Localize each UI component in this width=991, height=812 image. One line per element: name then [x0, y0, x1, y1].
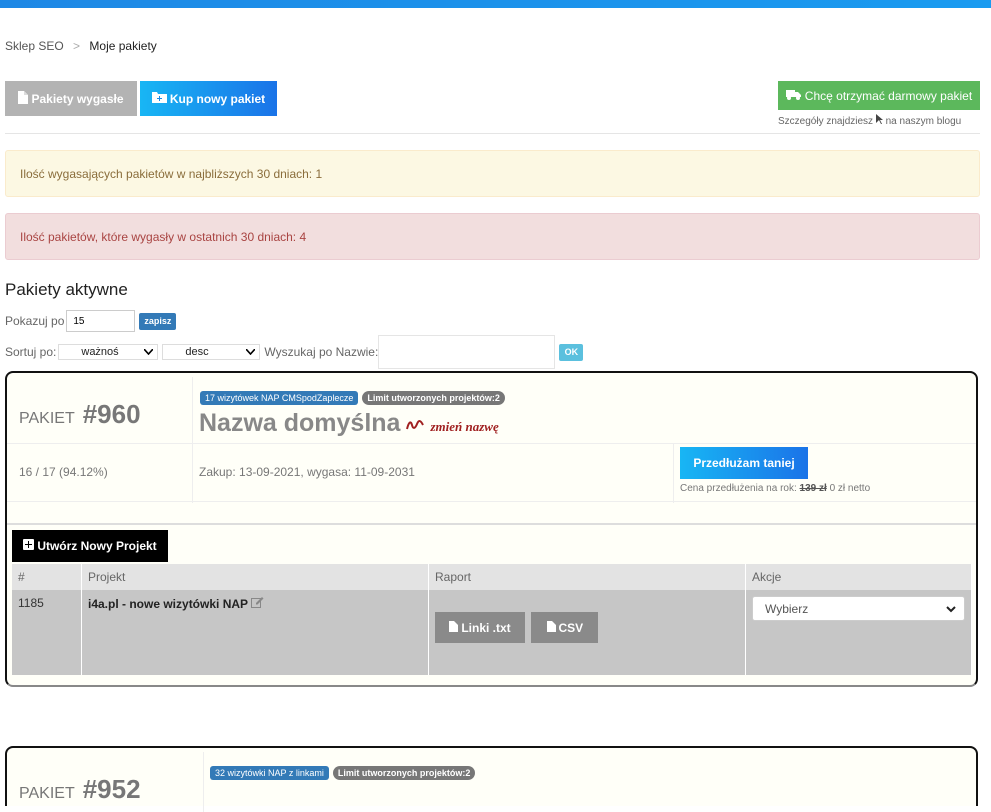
free-package-note: Szczegóły znajdziesz na naszym blogu	[778, 114, 961, 127]
edit-icon[interactable]	[251, 597, 264, 611]
package-name-text: Nazwa domyślna	[199, 409, 401, 437]
expiring-alert: Ilość wygasających pakietów w najbliższy…	[5, 150, 980, 197]
package-number: #960	[82, 399, 141, 429]
package-card: PAKIET #960 17 wizytówek NAP CMSpodZaple…	[5, 371, 978, 687]
chevron-right-icon: >	[73, 39, 81, 53]
breadcrumb-root-link[interactable]: Sklep SEO	[5, 39, 64, 53]
sort-direction-select[interactable]: desc	[162, 344, 261, 360]
file-icon	[449, 620, 459, 635]
column-divider	[192, 377, 193, 503]
package-usage: 16 / 17 (94.12%)	[19, 465, 108, 479]
file-icon	[546, 620, 556, 635]
buy-new-package-button[interactable]: Kup nowy pakiet	[140, 81, 277, 116]
create-project-button[interactable]: Utwórz Nowy Projekt	[12, 530, 168, 562]
plus-square-icon	[23, 539, 35, 553]
blog-link[interactable]: na naszym blogu	[886, 116, 962, 127]
rename-link[interactable]: zmień nazwę	[430, 419, 498, 435]
package-badges: 32 wizytówki NAP z linkami Limit utworzo…	[210, 766, 479, 780]
package-number: #952	[82, 774, 141, 804]
project-limit-badge: Limit utworzonych projektów:2	[332, 766, 476, 780]
page-size-control: Pokazuj po zapisz	[5, 310, 177, 332]
table-row: 1185 i4a.pl - nowe wizytówki NAP Linki .…	[12, 590, 972, 675]
divider	[5, 133, 980, 134]
package-dates: Zakup: 13-09-2021, wygasa: 11-09-2031	[199, 465, 415, 479]
sort-label: Sortuj po:	[5, 345, 57, 359]
create-project-label: Utwórz Nowy Projekt	[37, 539, 157, 553]
renew-price-label: Cena przedłużenia na rok:	[680, 483, 797, 494]
row-divider	[7, 443, 976, 444]
renew-old-price: 139 zł	[799, 483, 827, 494]
project-name-cell: i4a.pl - nowe wizytówki NAP	[81, 590, 429, 675]
column-divider	[203, 752, 204, 812]
projects-table: # Projekt Raport Akcje 1185 i4a.pl - now…	[12, 564, 972, 675]
renew-price: Cena przedłużenia na rok: 139 zł 0 zł ne…	[680, 483, 870, 494]
column-header-report: Raport	[428, 564, 746, 590]
save-page-size-button[interactable]: zapisz	[139, 312, 177, 330]
expiring-alert-text: Ilość wygasających pakietów w najbliższy…	[20, 166, 323, 181]
actions-cell: Wybierz	[745, 590, 972, 675]
chevron-down-icon	[143, 346, 154, 358]
package-id: PAKIET #952	[19, 774, 141, 805]
projects-area: Utwórz Nowy Projekt # Projekt Raport Akc…	[7, 523, 976, 685]
expired-alert: Ilość pakietów, które wygasły w ostatnic…	[5, 213, 980, 260]
report-cell: Linki .txt CSV	[428, 590, 746, 675]
expired-alert-text: Ilość pakietów, które wygasły w ostatnic…	[20, 229, 307, 244]
sort-search-control: Sortuj po: ważnoś desc Wyszukaj po Nazwi…	[5, 335, 584, 369]
signature-icon	[406, 415, 425, 436]
download-txt-button[interactable]: Linki .txt	[435, 612, 525, 643]
breadcrumb-current: Moje pakiety	[89, 39, 157, 53]
table-header-row: # Projekt Raport Akcje	[12, 564, 972, 590]
package-name: Nazwa domyślna zmień nazwę	[199, 409, 499, 438]
sort-direction-value: desc	[185, 346, 209, 358]
column-divider	[673, 443, 674, 503]
folder-plus-icon	[151, 91, 167, 106]
cursor-icon	[875, 114, 886, 127]
project-name[interactable]: i4a.pl - nowe wizytówki NAP	[88, 597, 248, 611]
project-id: 1185	[12, 590, 82, 675]
sort-field-select[interactable]: ważnoś	[58, 344, 159, 360]
document-icon	[18, 90, 29, 107]
search-label: Wyszukaj po Nazwie:	[264, 345, 379, 359]
buy-new-package-label: Kup nowy pakiet	[169, 91, 266, 106]
package-badges: 17 wizytówek NAP CMSpodZaplecze Limit ut…	[200, 391, 509, 405]
package-card: PAKIET #952 32 wizytówki NAP z linkami L…	[5, 746, 978, 812]
free-note-prefix: Szczegóły znajdziesz	[778, 116, 874, 127]
download-csv-label: CSV	[558, 620, 584, 635]
project-limit-badge: Limit utworzonych projektów:2	[362, 391, 505, 405]
column-header-actions: Akcje	[745, 564, 972, 590]
download-csv-button[interactable]: CSV	[531, 612, 599, 643]
page-size-label: Pokazuj po	[5, 314, 65, 328]
top-accent-bar	[0, 0, 991, 8]
chevron-down-icon	[946, 602, 956, 616]
search-ok-button[interactable]: OK	[559, 343, 584, 361]
expired-packages-label: Pakiety wygasłe	[31, 91, 124, 106]
column-header-id: #	[12, 564, 82, 590]
project-action-select[interactable]: Wybierz	[752, 596, 965, 621]
column-header-project: Projekt	[81, 564, 429, 590]
package-type-badge: 32 wizytówki NAP z linkami	[210, 766, 329, 780]
page-size-input[interactable]	[66, 310, 136, 332]
package-label: PAKIET	[19, 785, 75, 802]
row-divider	[7, 501, 976, 502]
chevron-down-icon	[245, 346, 256, 358]
truck-icon	[785, 89, 801, 103]
package-label: PAKIET	[19, 410, 75, 427]
download-txt-label: Linki .txt	[461, 620, 511, 635]
project-action-value: Wybierz	[765, 601, 809, 616]
package-id: PAKIET #960	[19, 399, 141, 430]
section-title: Pakiety aktywne	[5, 280, 128, 299]
package-type-badge: 17 wizytówek NAP CMSpodZaplecze	[200, 391, 359, 405]
breadcrumb: Sklep SEO > Moje pakiety	[5, 39, 157, 53]
expired-packages-button[interactable]: Pakiety wygasłe	[5, 81, 137, 116]
free-package-label: Chcę otrzymać darmowy pakiet	[804, 88, 973, 103]
sort-field-value: ważnoś	[81, 346, 119, 358]
renew-button[interactable]: Przedłużam taniej	[680, 447, 808, 479]
search-input[interactable]	[378, 335, 556, 369]
free-package-button[interactable]: Chcę otrzymać darmowy pakiet	[778, 81, 980, 110]
renew-new-price: 0 zł netto	[829, 483, 871, 494]
